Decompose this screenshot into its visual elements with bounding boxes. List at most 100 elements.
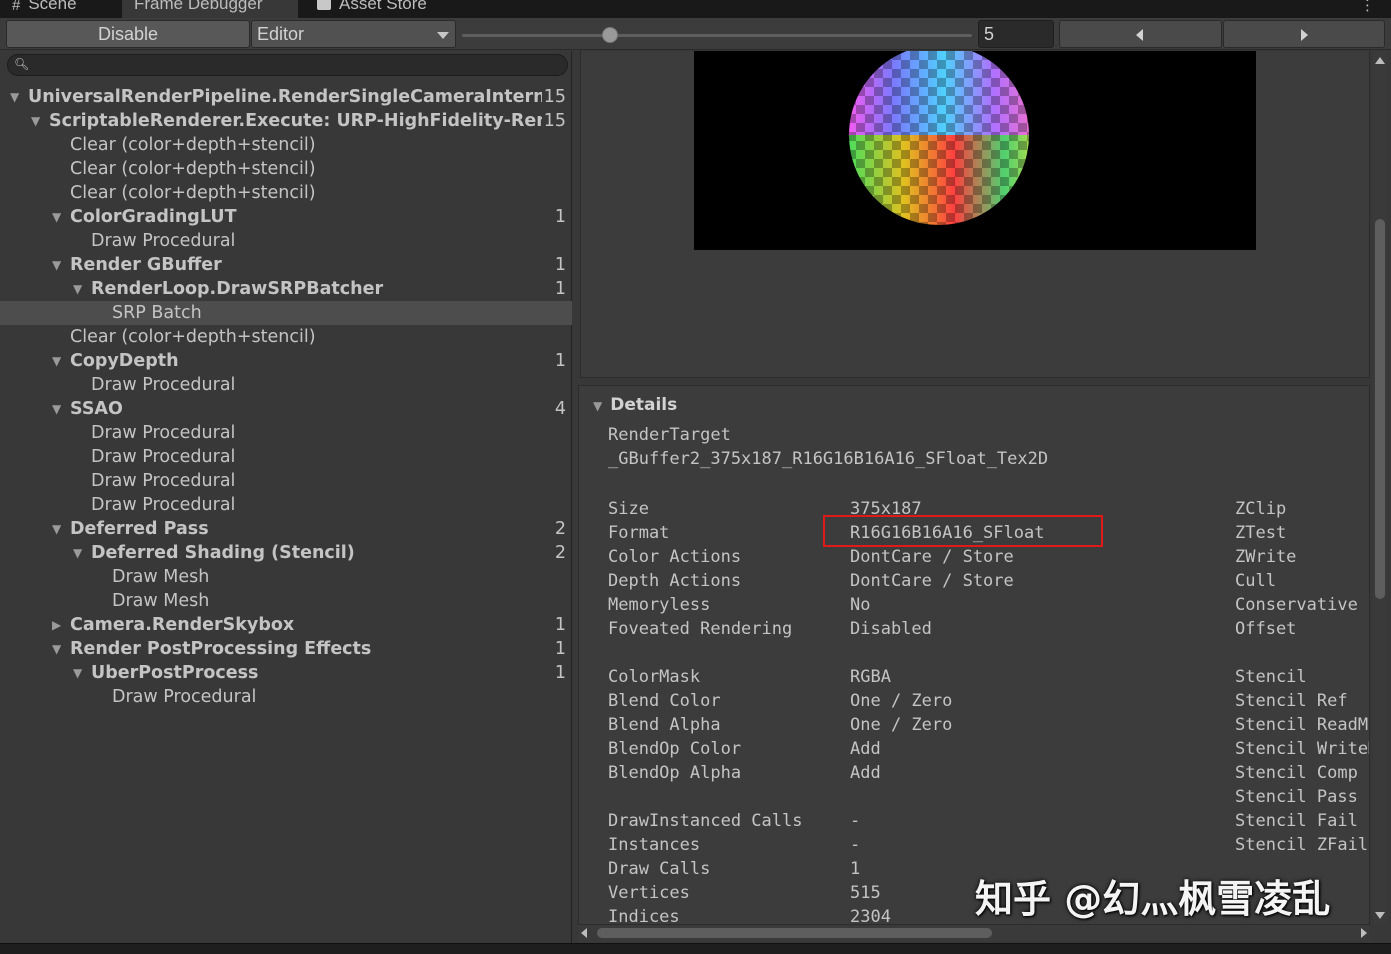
target-dropdown-value: Editor: [257, 24, 305, 44]
tab-scene[interactable]: # Scene: [0, 0, 110, 18]
property-name: [608, 785, 802, 809]
tree-row-count: 1: [554, 207, 566, 227]
property-name: Format: [608, 523, 670, 543]
fold-expanded-icon[interactable]: ▼: [52, 205, 66, 229]
scroll-right-icon[interactable]: [1361, 928, 1367, 938]
fold-expanded-icon[interactable]: ▼: [52, 349, 66, 373]
state-property-name: Stencil ReadMask: [1235, 715, 1369, 735]
state-property-name: ZTest: [1235, 523, 1287, 543]
event-slider-thumb[interactable]: [601, 27, 618, 43]
horizontal-scrollbar[interactable]: [578, 925, 1370, 941]
tree-row-count: 1: [554, 663, 566, 683]
tree-row-count: 1: [554, 639, 566, 659]
kebab-menu-icon[interactable]: ⋮: [1360, 0, 1375, 14]
property-name: BlendOp Alpha: [608, 763, 742, 783]
tree-row-count: 2: [554, 519, 566, 539]
details-title: Details: [610, 395, 678, 415]
property-name: Foveated Rendering: [608, 619, 793, 639]
arrow-left-icon: [1136, 29, 1143, 41]
state-property-name: Stencil ZFail: [1235, 835, 1369, 855]
tree-row[interactable]: ▼ ScriptableRenderer.Execute: URP-HighFid…: [0, 109, 572, 133]
state-property-name: Stencil: [1235, 667, 1307, 687]
property-name: Vertices: [608, 883, 690, 903]
fold-expanded-icon[interactable]: ▼: [52, 637, 66, 661]
tree-row[interactable]: Draw Procedural: [0, 373, 572, 397]
state-property-name: ZWrite: [1235, 547, 1297, 567]
fold-expanded-icon[interactable]: ▼: [31, 109, 45, 133]
search-input[interactable]: 🔍︎: [7, 54, 568, 76]
fold-expanded-icon[interactable]: ▼: [10, 85, 24, 109]
disable-button[interactable]: Disable: [6, 20, 250, 48]
search-icon: 🔍︎: [14, 57, 30, 71]
fold-expanded-icon[interactable]: ▼: [52, 253, 66, 277]
state-property-name: Offset: [1235, 619, 1297, 639]
scroll-left-icon[interactable]: [581, 928, 587, 938]
tree-row[interactable]: ▼ Deferred Pass 2: [0, 517, 572, 541]
tree-row[interactable]: ▼ UberPostProcess 1: [0, 661, 572, 685]
tab-frame-debugger[interactable]: Frame Debugger: [122, 0, 298, 18]
vertical-scrollbar[interactable]: [1373, 51, 1387, 925]
event-slider-track[interactable]: [462, 34, 972, 37]
arrow-right-icon: [1301, 29, 1308, 41]
tree-row[interactable]: ▼ ColorGradingLUT 1: [0, 205, 572, 229]
scroll-up-icon[interactable]: [1375, 57, 1385, 64]
tree-row[interactable]: Clear (color+depth+stencil): [0, 325, 572, 349]
property-name: Memoryless: [608, 595, 711, 615]
tree-row[interactable]: Clear (color+depth+stencil): [0, 157, 572, 181]
horizontal-scroll-thumb[interactable]: [597, 928, 992, 938]
tree-row[interactable]: ▼ Render PostProcessing Effects 1: [0, 637, 572, 661]
tree-row[interactable]: ▼ RenderLoop.DrawSRPBatcher 1: [0, 277, 572, 301]
tree-row[interactable]: Draw Mesh: [0, 589, 572, 613]
tree-row-label: Clear (color+depth+stencil): [70, 183, 316, 203]
tree-row-label: CopyDepth: [70, 351, 179, 371]
fold-down-icon: ▼: [593, 399, 603, 413]
previous-event-button[interactable]: [1059, 20, 1222, 48]
target-dropdown[interactable]: Editor: [251, 20, 456, 48]
tree-row[interactable]: ▶ Camera.RenderSkybox 1: [0, 613, 572, 637]
tree-row[interactable]: ▼ SSAO 4: [0, 397, 572, 421]
tree-row[interactable]: Clear (color+depth+stencil): [0, 133, 572, 157]
vertical-scroll-thumb[interactable]: [1375, 219, 1385, 599]
tree-row[interactable]: Draw Mesh: [0, 565, 572, 589]
render-target-label: RenderTarget: [608, 425, 731, 445]
property-value: -: [850, 835, 861, 855]
tree-row[interactable]: Draw Procedural: [0, 469, 572, 493]
tree-row[interactable]: Draw Procedural: [0, 685, 572, 709]
tree-row-label: SRP Batch: [112, 303, 202, 323]
tree-row[interactable]: ▼ UniversalRenderPipeline.RenderSingleCam…: [0, 85, 572, 109]
fold-expanded-icon[interactable]: ▼: [52, 517, 66, 541]
next-event-button[interactable]: [1223, 20, 1385, 48]
property-value: -: [850, 811, 861, 831]
property-name: ColorMask: [608, 667, 701, 687]
property-value: RGBA: [850, 667, 891, 687]
tree-row[interactable]: Draw Procedural: [0, 445, 572, 469]
tree-row[interactable]: Clear (color+depth+stencil): [0, 181, 572, 205]
scroll-down-icon[interactable]: [1375, 912, 1385, 919]
tab-asset-store[interactable]: Asset Store: [305, 0, 455, 18]
tree-row[interactable]: ▼ Render GBuffer 1: [0, 253, 572, 277]
tree-row-count: 4: [554, 399, 566, 419]
state-property-name: ZClip: [1235, 499, 1287, 519]
state-property-name: [1235, 641, 1369, 665]
tree-row[interactable]: Draw Procedural: [0, 421, 572, 445]
fold-expanded-icon[interactable]: ▼: [52, 397, 66, 421]
tree-row-label: Clear (color+depth+stencil): [70, 135, 316, 155]
property-name: Size: [608, 499, 649, 519]
tree-row[interactable]: ▼ CopyDepth 1: [0, 349, 572, 373]
fold-expanded-icon[interactable]: ▼: [73, 541, 87, 565]
tree-row[interactable]: ▼ Deferred Shading (Stencil) 2: [0, 541, 572, 565]
tree-row[interactable]: SRP Batch: [0, 301, 572, 325]
property-name: Blend Color: [608, 691, 721, 711]
fold-expanded-icon[interactable]: ▼: [73, 661, 87, 685]
fold-collapsed-icon[interactable]: ▶: [52, 613, 66, 637]
details-header[interactable]: ▼ Details: [593, 395, 677, 415]
fold-expanded-icon[interactable]: ▼: [73, 277, 87, 301]
tree-row[interactable]: Draw Procedural: [0, 493, 572, 517]
hash-icon: #: [12, 0, 21, 14]
property-value: Add: [850, 739, 881, 759]
tree-row-label: Deferred Pass: [70, 519, 209, 539]
tree-row[interactable]: Draw Procedural: [0, 229, 572, 253]
event-index-field[interactable]: 5: [978, 20, 1054, 48]
tree-row-label: Render GBuffer: [70, 255, 222, 275]
tree-row-count: 1: [554, 351, 566, 371]
